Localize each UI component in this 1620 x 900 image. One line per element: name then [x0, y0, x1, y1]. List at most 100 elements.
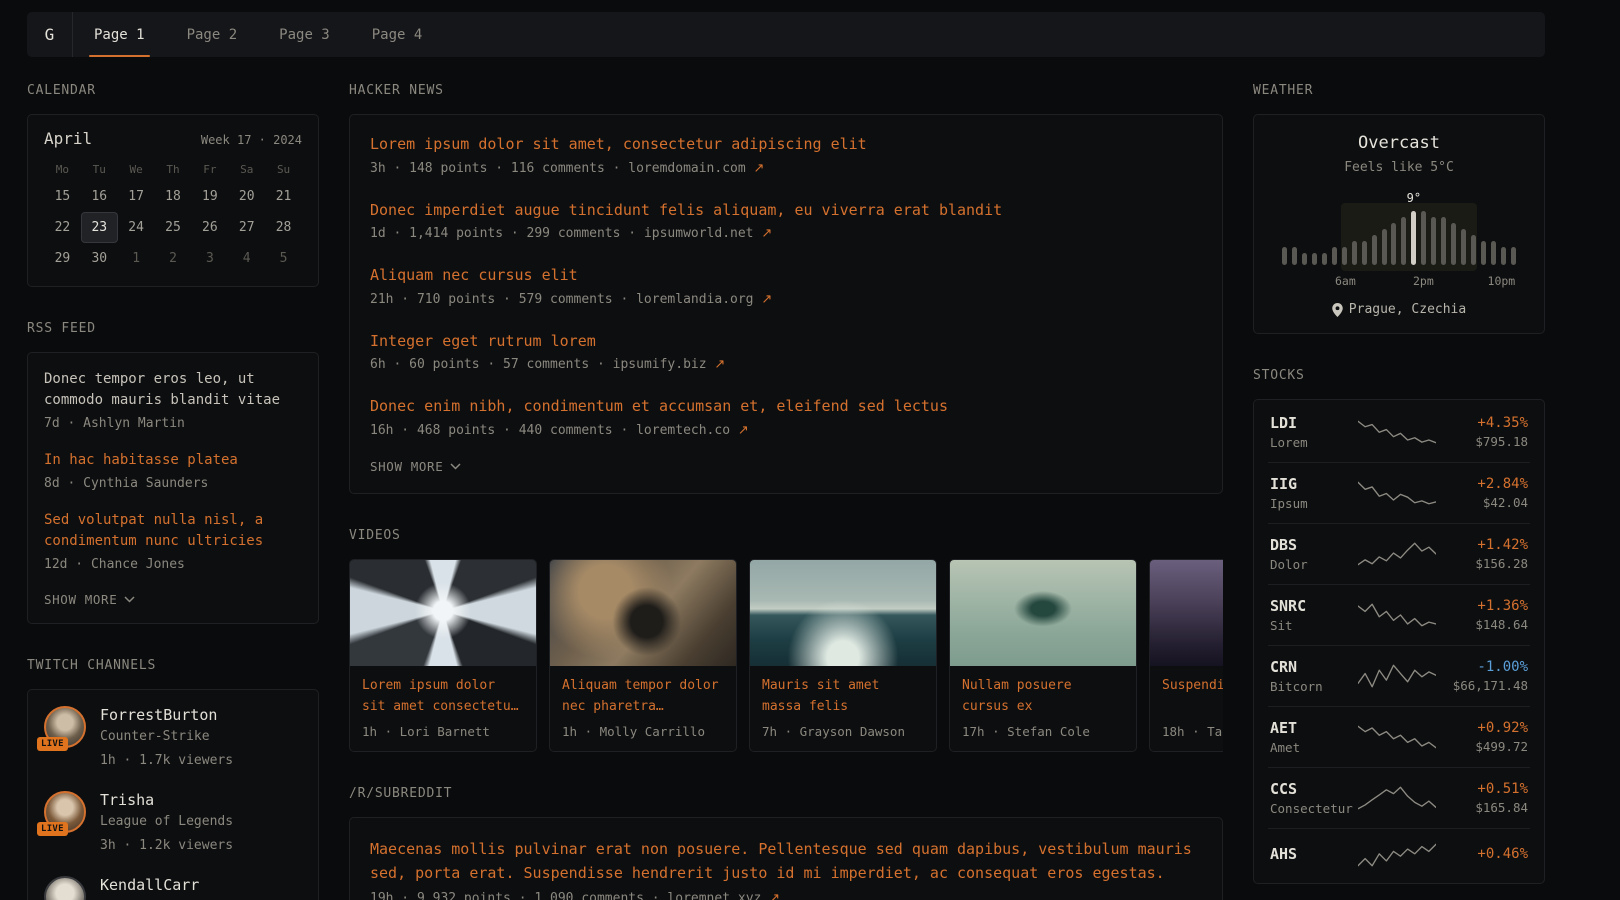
twitch-list: LIVE ForrestBurton Counter-Strike 1h · 1…: [44, 706, 302, 900]
domain-text: loremnet.xyz: [667, 891, 761, 900]
chevron-down-icon: [450, 463, 461, 470]
calendar-day: 29: [44, 243, 81, 274]
page-tab[interactable]: Page 1: [73, 12, 166, 57]
news-item: Integer eget rutrum lorem 6h · 60 points…: [370, 331, 1202, 377]
video-title-link[interactable]: Aliquam tempor dolor nec pharetra…: [562, 676, 724, 718]
calendar-day: 20: [228, 181, 265, 212]
stock-row[interactable]: CCS Consectetur +0.51% $165.84: [1268, 767, 1530, 828]
news-item-link[interactable]: Donec enim nibh, condimentum et accumsan…: [370, 396, 1202, 418]
video-thumbnail: [1150, 560, 1223, 666]
stock-row[interactable]: AET Amet +0.92% $499.72: [1268, 706, 1530, 767]
page-tab[interactable]: Page 3: [258, 12, 351, 57]
weather-hour-bar: [1461, 229, 1466, 265]
stock-change: +2.84%: [1436, 476, 1528, 492]
news-item-stats: 3h · 148 points · 116 comments ·: [370, 161, 628, 176]
subreddit-widget: /R/SUBREDDIT Maecenas mollis pulvinar er…: [349, 786, 1223, 900]
weather-hour-bar: [1391, 223, 1396, 265]
rss-item-link[interactable]: In hac habitasse platea: [44, 450, 302, 471]
news-item-link[interactable]: Lorem ipsum dolor sit amet, consectetur …: [370, 134, 1202, 156]
day-of-week-label: Sa: [228, 156, 265, 181]
stock-price: $156.28: [1436, 556, 1528, 571]
video-thumbnail: [950, 560, 1136, 666]
news-item-link[interactable]: Integer eget rutrum lorem: [370, 331, 1202, 353]
rss-item-link[interactable]: Donec tempor eros leo, ut commodo mauris…: [44, 369, 302, 411]
news-item-domain[interactable]: ipsumify.biz ↗: [613, 357, 726, 372]
domain-text: ipsumworld.net: [644, 226, 754, 241]
channel-name[interactable]: KendallCarr: [100, 876, 199, 894]
stock-change: +4.35%: [1436, 415, 1528, 431]
news-item-domain[interactable]: loremtech.co ↗: [636, 423, 749, 438]
video-card[interactable]: Mauris sit amet massa felis 7h · Grayson…: [749, 559, 937, 752]
right-column: WEATHER Overcast Feels like 5°C 9° 6am2p…: [1253, 83, 1545, 884]
calendar-day: 24: [118, 212, 155, 243]
channel-avatar: LIVE: [44, 791, 86, 833]
video-card[interactable]: Suspendisse diam 18h · Tara: [1149, 559, 1223, 752]
weather-hour-bar: [1382, 229, 1387, 265]
channel-name[interactable]: ForrestBurton: [100, 706, 233, 724]
weather-hour-bar: [1282, 247, 1287, 265]
video-caption: Mauris sit amet massa felis 7h · Grayson…: [750, 666, 936, 751]
calendar-header: April Week 17 · 2024: [44, 129, 302, 148]
day-of-week-label: Su: [265, 156, 302, 181]
stock-row[interactable]: SNRC Sit +1.36% $148.64: [1268, 584, 1530, 645]
twitch-channel[interactable]: LIVE KendallCarr: [44, 876, 302, 900]
video-thumbnail: [550, 560, 736, 666]
video-card[interactable]: Nullam posuere cursus ex 17h · Stefan Co…: [949, 559, 1137, 752]
calendar-day: 28: [265, 212, 302, 243]
subreddit-section-title: /R/SUBREDDIT: [349, 786, 1223, 801]
news-item-domain[interactable]: ipsumworld.net ↗: [644, 226, 772, 241]
video-title-link[interactable]: Suspendisse diam: [1162, 676, 1223, 718]
page-tab[interactable]: Page 4: [351, 12, 444, 57]
news-item-domain[interactable]: loremlandia.org ↗: [636, 292, 772, 307]
stock-values: +1.42% $156.28: [1436, 537, 1528, 571]
video-card[interactable]: Lorem ipsum dolor sit amet consectetu… 1…: [349, 559, 537, 752]
stock-row[interactable]: IIG Ipsum +2.84% $42.04: [1268, 462, 1530, 523]
videos-widget: VIDEOS Lorem ipsum dolor sit amet consec…: [349, 528, 1223, 752]
stock-row[interactable]: AHS +0.46%: [1268, 828, 1530, 881]
stock-row[interactable]: CRN Bitcorn -1.00% $66,171.48: [1268, 645, 1530, 706]
weather-feels-like: Feels like 5°C: [1270, 160, 1528, 175]
weather-widget: WEATHER Overcast Feels like 5°C 9° 6am2p…: [1253, 83, 1545, 334]
rss-show-more-button[interactable]: SHOW MORE: [44, 592, 135, 607]
channel-name[interactable]: Trisha: [100, 791, 233, 809]
calendar-week-year: Week 17 · 2024: [201, 133, 302, 147]
page-tab[interactable]: Page 2: [166, 12, 259, 57]
hackernews-section-title: HACKER NEWS: [349, 83, 1223, 98]
stock-identity: IIG Ipsum: [1270, 475, 1358, 511]
stock-price: $42.04: [1436, 495, 1528, 510]
stock-change: +0.46%: [1436, 846, 1528, 862]
stocks-panel: LDI Lorem +4.35% $795.18 IIG: [1253, 399, 1545, 884]
reddit-post-link[interactable]: Maecenas mollis pulvinar erat non posuer…: [370, 837, 1202, 887]
calendar-day: 26: [191, 212, 228, 243]
video-card[interactable]: Aliquam tempor dolor nec pharetra… 1h · …: [549, 559, 737, 752]
video-title-link[interactable]: Lorem ipsum dolor sit amet consectetu…: [362, 676, 524, 718]
hackernews-show-more-button[interactable]: SHOW MORE: [370, 459, 461, 474]
stocks-section-title: STOCKS: [1253, 368, 1545, 383]
calendar-day: 3: [191, 243, 228, 274]
rss-list: Donec tempor eros leo, ut commodo mauris…: [44, 369, 302, 575]
twitch-widget: TWITCH CHANNELS LIVE ForrestBurton Count…: [27, 658, 319, 900]
weather-hour-bar: [1511, 247, 1516, 265]
video-title-link[interactable]: Mauris sit amet massa felis: [762, 676, 924, 718]
reddit-post-domain[interactable]: loremnet.xyz ↗: [667, 891, 780, 900]
video-title-link[interactable]: Nullam posuere cursus ex: [962, 676, 1124, 718]
calendar-day: 21: [265, 181, 302, 212]
external-link-icon: ↗: [761, 226, 772, 241]
app-logo[interactable]: G: [27, 12, 73, 57]
weather-axis: 6am2pm10pm: [1282, 274, 1516, 289]
rss-item-link[interactable]: Sed volutpat nulla nisl, a condimentum n…: [44, 510, 302, 552]
calendar-day: 27: [228, 212, 265, 243]
news-item-domain[interactable]: loremdomain.com ↗: [628, 161, 764, 176]
twitch-section-title: TWITCH CHANNELS: [27, 658, 319, 673]
stock-identity: CCS Consectetur: [1270, 780, 1358, 816]
stock-row[interactable]: LDI Lorem +4.35% $795.18: [1268, 402, 1530, 462]
news-item-link[interactable]: Donec imperdiet augue tincidunt felis al…: [370, 200, 1202, 222]
stock-values: +0.51% $165.84: [1436, 781, 1528, 815]
video-meta: 1h · Lori Barnett: [362, 724, 524, 739]
news-item-stats: 21h · 710 points · 579 comments ·: [370, 292, 636, 307]
news-item-link[interactable]: Aliquam nec cursus elit: [370, 265, 1202, 287]
stock-change: -1.00%: [1436, 659, 1528, 675]
twitch-channel[interactable]: LIVE ForrestBurton Counter-Strike 1h · 1…: [44, 706, 302, 772]
twitch-channel[interactable]: LIVE Trisha League of Legends 3h · 1.2k …: [44, 791, 302, 857]
stock-row[interactable]: DBS Dolor +1.42% $156.28: [1268, 523, 1530, 584]
